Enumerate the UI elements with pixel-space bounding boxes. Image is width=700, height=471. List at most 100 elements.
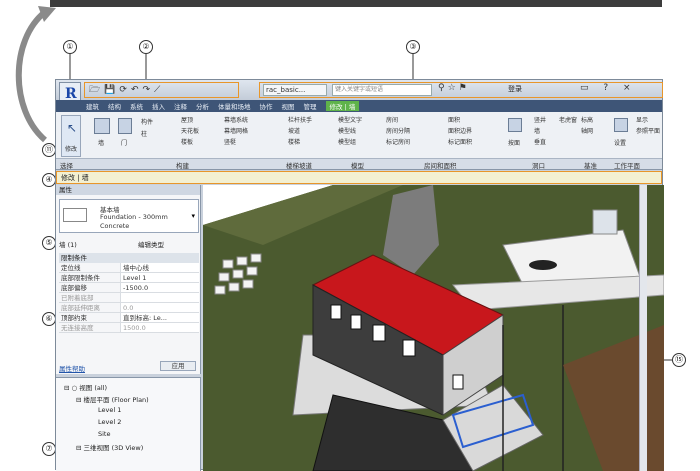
revit-window: R 🗁 💾 ⟳ ↶ ↷ ⟋ rac_basic... 键入关键字或短语 ⚲☆⚑ … — [55, 79, 664, 471]
show-label[interactable]: 显示 — [636, 115, 648, 124]
dormer-label[interactable]: 老虎窗 — [559, 115, 577, 124]
property-key: 底部限制条件 — [59, 273, 121, 282]
open-icon[interactable]: 🗁 — [89, 82, 100, 98]
redo-icon[interactable]: ↷ — [142, 85, 150, 95]
tab-architecture[interactable]: 建筑 — [86, 101, 99, 111]
browser-floor-plans[interactable]: ⊟ 楼层平面 (Floor Plan) — [76, 394, 149, 404]
property-row: 底部延伸距离 0.0 — [59, 303, 199, 313]
model-text-label[interactable]: 模型文字 — [338, 115, 362, 124]
ref-plane-label[interactable]: 参照平面 — [636, 126, 660, 135]
property-key: 底部偏移 — [59, 283, 121, 292]
curtain-grid-label[interactable]: 幕墙网格 — [224, 126, 248, 135]
sync-icon[interactable]: ⟳ — [119, 85, 127, 95]
tab-analyze[interactable]: 分析 — [196, 101, 209, 111]
tab-collaborate[interactable]: 协作 — [260, 101, 273, 111]
ceiling-label[interactable]: 天花板 — [181, 126, 199, 135]
model-line-label[interactable]: 模型线 — [338, 126, 356, 135]
undo-icon[interactable]: ↶ — [131, 85, 139, 95]
property-value[interactable]: 墙中心线 — [121, 263, 199, 272]
tab-structure[interactable]: 结构 — [108, 101, 121, 111]
room-separator-label[interactable]: 房间分隔 — [386, 126, 410, 135]
modify-label: 修改 — [65, 146, 78, 153]
login-button[interactable]: 登录 — [508, 84, 522, 94]
apply-button[interactable]: 应用 — [160, 361, 196, 371]
properties-help-link[interactable]: 属性帮助 — [59, 363, 85, 373]
ribbon-tabs: 建筑 结构 系统 插入 注释 分析 体量和场地 协作 视图 管理 修改 | 墙 — [56, 100, 662, 112]
property-value: 0.0 — [121, 303, 199, 312]
vertical-scrollbar[interactable] — [639, 185, 647, 471]
quick-access-toolbar: 🗁 💾 ⟳ ↶ ↷ ⟋ — [84, 82, 239, 98]
area-boundary-label[interactable]: 面积边界 — [448, 126, 472, 135]
chevron-down-icon[interactable]: ▾ — [191, 212, 195, 220]
railing-label[interactable]: 栏杆扶手 — [288, 115, 312, 124]
stair-label[interactable]: 楼梯 — [288, 137, 300, 146]
browser-3d-views[interactable]: ⊟ 三维视图 (3D View) — [76, 442, 143, 452]
type-selector[interactable]: 基本墙 Foundation - 300mm Concrete ▾ — [59, 199, 199, 233]
save-icon[interactable]: 💾 — [104, 85, 115, 95]
property-row[interactable]: 底部偏移 -1500.0 — [59, 283, 199, 293]
search-input[interactable]: 键入关键字或短语 — [332, 84, 432, 96]
property-row: 已附着底部 — [59, 293, 199, 303]
panel-model: 模型 — [351, 162, 364, 170]
browser-views-root[interactable]: ⊟ ○ 视图 (all) — [64, 382, 107, 392]
tab-insert[interactable]: 插入 — [152, 101, 165, 111]
constraints-category[interactable]: 限制条件 — [59, 253, 199, 263]
tag-room-label[interactable]: 标记房间 — [386, 137, 410, 146]
property-row[interactable]: 顶部约束 直到标高: Le... — [59, 313, 199, 323]
edit-type-button[interactable]: 编辑类型 — [138, 239, 164, 249]
ramp-label[interactable]: 坡道 — [288, 126, 300, 135]
roof-label[interactable]: 屋顶 — [181, 115, 193, 124]
grid-label[interactable]: 轴网 — [581, 126, 593, 135]
tag-area-label[interactable]: 标记面积 — [448, 137, 472, 146]
tab-view[interactable]: 视图 — [282, 101, 295, 111]
room-label[interactable]: 房间 — [386, 115, 398, 124]
tab-systems[interactable]: 系统 — [130, 101, 143, 111]
browser-level-2[interactable]: Level 2 — [98, 418, 121, 426]
instance-filter[interactable]: 墙 (1) — [59, 239, 199, 250]
property-key: 定位线 — [59, 263, 121, 272]
callout-6: ⑥ — [42, 312, 56, 326]
house-3d-model[interactable] — [203, 185, 664, 471]
column-label[interactable]: 柱 — [141, 129, 147, 138]
measure-icon[interactable]: ⟋ — [154, 85, 160, 95]
wall-icon[interactable] — [94, 118, 110, 134]
curtain-system-label[interactable]: 幕墙系统 — [224, 115, 248, 124]
set-label[interactable]: 设置 — [614, 138, 626, 147]
level-label[interactable]: 标高 — [581, 115, 593, 124]
options-bar-label: 修改 | 墙 — [61, 174, 89, 182]
window-controls[interactable]: ▭ ? × — [580, 83, 637, 93]
info-center: rac_basic... 键入关键字或短语 ⚲☆⚑ 登录 ▭ ? × — [259, 82, 663, 98]
area-label[interactable]: 面积 — [448, 115, 460, 124]
component-label[interactable]: 构件 — [141, 117, 153, 126]
model-group-label[interactable]: 模型组 — [338, 137, 356, 146]
infocenter-icons[interactable]: ⚲☆⚑ — [438, 83, 470, 93]
vertical-label[interactable]: 垂直 — [534, 137, 546, 146]
car-shape — [529, 260, 557, 270]
shaft-label[interactable]: 竖井 — [534, 115, 546, 124]
panel-select[interactable]: 选择 — [60, 160, 73, 170]
door-icon[interactable] — [118, 118, 132, 134]
browser-site[interactable]: Site — [98, 430, 110, 438]
property-value[interactable]: Level 1 — [121, 273, 199, 282]
wall-opening-label[interactable]: 墙 — [534, 126, 540, 135]
tab-massing-site[interactable]: 体量和场地 — [218, 101, 251, 111]
tab-annotate[interactable]: 注释 — [174, 101, 187, 111]
property-value[interactable]: -1500.0 — [121, 283, 199, 292]
property-row[interactable]: 定位线 墙中心线 — [59, 263, 199, 273]
panel-room-area[interactable]: 房间和面积 — [424, 160, 457, 170]
browser-level-1[interactable]: Level 1 — [98, 406, 121, 414]
property-row[interactable]: 底部限制条件 Level 1 — [59, 273, 199, 283]
tab-manage[interactable]: 管理 — [304, 101, 317, 111]
modify-button[interactable]: 修改 ↖ — [61, 115, 81, 157]
drawing-area-3d-view[interactable] — [203, 185, 664, 471]
set-workplane-icon[interactable] — [614, 118, 628, 132]
by-face-icon[interactable] — [508, 118, 522, 132]
by-face-label[interactable]: 按面 — [508, 138, 520, 147]
door-label: 门 — [121, 140, 128, 147]
callout-4: ④ — [42, 173, 56, 187]
mullion-label[interactable]: 竖梃 — [224, 137, 236, 146]
floor-label[interactable]: 楼板 — [181, 137, 193, 146]
property-value[interactable]: 直到标高: Le... — [121, 313, 199, 322]
tab-modify-wall[interactable]: 修改 | 墙 — [325, 101, 360, 111]
callout-2: ② — [139, 40, 153, 54]
